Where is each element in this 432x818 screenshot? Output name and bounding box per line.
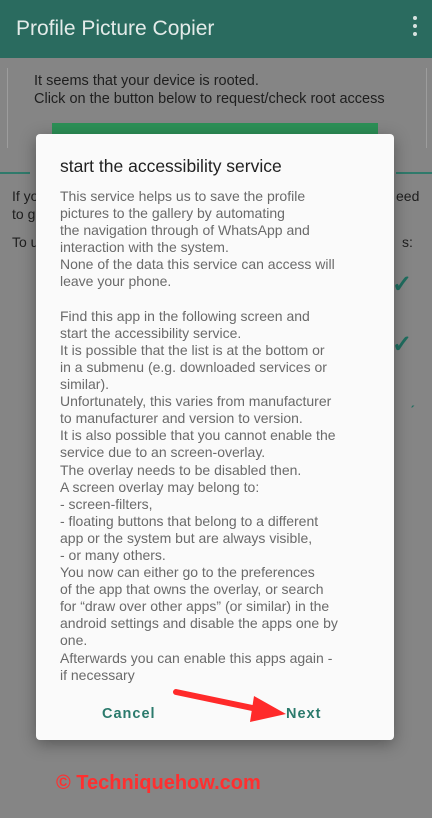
bg-text-fragment: If yo	[12, 188, 39, 204]
tick-mark-icon: ˏ	[410, 392, 415, 408]
checkmark-icon: ✓	[392, 331, 413, 358]
section-divider-left	[0, 172, 30, 174]
app-bar: Profile Picture Copier	[0, 0, 432, 58]
next-button[interactable]: Next	[286, 706, 321, 722]
bg-text-fragment: To u	[12, 234, 39, 250]
watermark: © Techniquehow.com	[56, 772, 261, 794]
root-message: It seems that your device is rooted. Cli…	[34, 73, 385, 107]
red-arrow-annotation-icon	[173, 689, 286, 722]
bg-text-fragment: s:	[402, 234, 413, 250]
dialog-title: start the accessibility service	[60, 156, 282, 176]
section-divider-right	[396, 172, 432, 174]
app-title: Profile Picture Copier	[16, 17, 215, 40]
dialog-message: This service helps us to save the profil…	[60, 188, 338, 683]
bg-text-fragment: to g	[12, 206, 36, 222]
bg-text-fragment: eed	[396, 188, 420, 204]
more-options-icon[interactable]	[410, 16, 420, 40]
cancel-button[interactable]: Cancel	[102, 706, 156, 722]
accessibility-dialog: start the accessibility service This ser…	[36, 134, 394, 740]
checkmark-icon: ✓	[392, 271, 413, 298]
